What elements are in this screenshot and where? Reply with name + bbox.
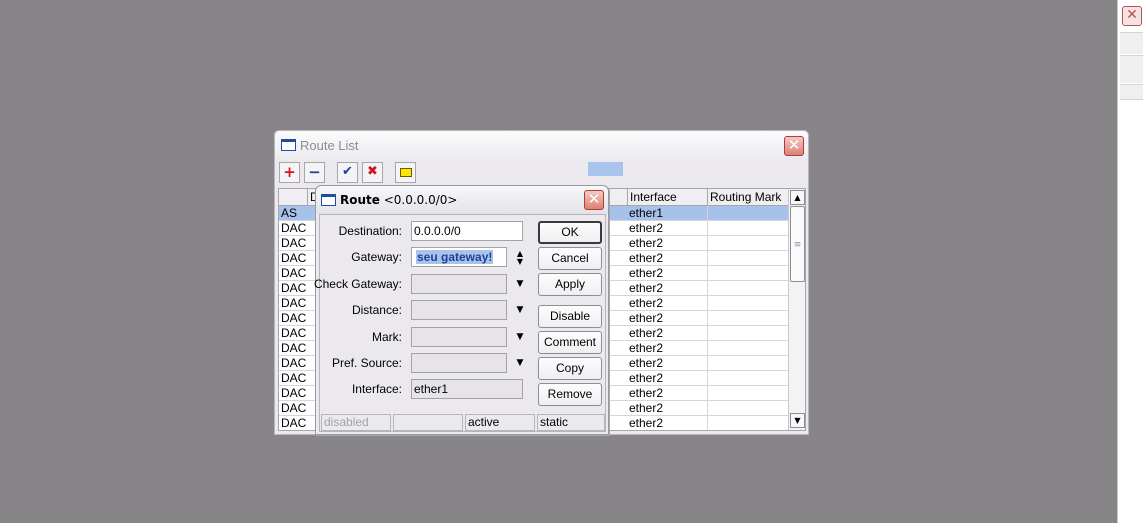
side-panel-row [1120, 32, 1143, 54]
status-disabled: disabled [321, 414, 391, 431]
side-panel-row [1120, 55, 1143, 83]
route-list-title: Route List [300, 138, 359, 153]
comment-icon[interactable] [395, 162, 416, 183]
interface-label: Interface: [351, 382, 402, 396]
disable-icon[interactable]: ✖ [362, 162, 383, 183]
chevron-down-icon[interactable]: ▼ [514, 274, 526, 294]
route-dialog-close-icon[interactable]: ✕ [584, 190, 604, 210]
side-close-icon[interactable]: ✕ [1122, 6, 1142, 26]
vertical-scrollbar[interactable]: ▲ ≡ ▼ [788, 189, 805, 430]
status-empty [393, 414, 463, 431]
pref-source-label: Pref. Source: [331, 356, 402, 370]
side-panel: ✕ [1117, 0, 1143, 523]
pref-source-input[interactable] [411, 353, 507, 373]
route-list-close-icon[interactable]: ✕ [784, 136, 804, 156]
chevron-down-icon[interactable]: ▼ [514, 327, 526, 347]
add-icon[interactable]: + [279, 162, 300, 183]
remove-icon[interactable]: − [304, 162, 325, 183]
scroll-down-icon[interactable]: ▼ [790, 413, 805, 428]
route-form: Destination: 0.0.0.0/0 Gateway: seu gate… [314, 214, 606, 432]
chevron-down-icon[interactable]: ▼ [514, 300, 526, 320]
copy-button[interactable]: Copy [538, 357, 602, 380]
dialog-status-bar: disabled active static [320, 414, 605, 431]
column-header-flags[interactable] [279, 189, 308, 206]
gateway-label: Gateway: [351, 250, 402, 264]
comment-button[interactable]: Comment [538, 331, 602, 354]
destination-input[interactable]: 0.0.0.0/0 [411, 221, 523, 241]
mark-label: Mark: [372, 330, 402, 344]
disable-button[interactable]: Disable [538, 305, 602, 328]
check-gateway-select[interactable] [411, 274, 507, 294]
scroll-up-icon[interactable]: ▲ [790, 190, 805, 205]
route-dialog: Route <0.0.0.0/0> ✕ Destination: 0.0.0.0… [314, 185, 609, 435]
mark-input[interactable] [411, 327, 507, 347]
enable-icon[interactable]: ✔ [337, 162, 358, 183]
column-header-routing-mark[interactable]: Routing Mark [708, 189, 789, 206]
apply-button[interactable]: Apply [538, 273, 602, 296]
cancel-button[interactable]: Cancel [538, 247, 602, 270]
route-dialog-title: Route <0.0.0.0/0> [340, 193, 458, 207]
check-gateway-label: Check Gateway: [313, 277, 402, 291]
distance-label: Distance: [351, 303, 402, 317]
route-list-toolbar: + − ✔ ✖ [279, 162, 805, 184]
destination-label: Destination: [338, 224, 402, 238]
window-icon [281, 139, 296, 151]
status-static: static [537, 414, 605, 431]
chevron-down-icon[interactable]: ▼ [514, 353, 526, 373]
window-icon [321, 194, 336, 206]
route-dialog-titlebar[interactable]: Route <0.0.0.0/0> ✕ [316, 186, 608, 214]
gateway-spinner-icon[interactable]: ▲ ▼ [514, 250, 526, 266]
gateway-input[interactable]: seu gateway! [411, 247, 507, 267]
side-panel-row [1120, 84, 1143, 100]
distance-input[interactable] [411, 300, 507, 320]
find-box[interactable] [588, 162, 623, 176]
column-header-interface[interactable]: Interface [628, 189, 708, 206]
status-active: active [465, 414, 535, 431]
route-list-titlebar[interactable]: Route List ✕ [275, 131, 808, 159]
scroll-thumb[interactable]: ≡ [790, 206, 805, 282]
ok-button[interactable]: OK [538, 221, 602, 244]
interface-value: ether1 [411, 379, 523, 399]
remove-button[interactable]: Remove [538, 383, 602, 406]
